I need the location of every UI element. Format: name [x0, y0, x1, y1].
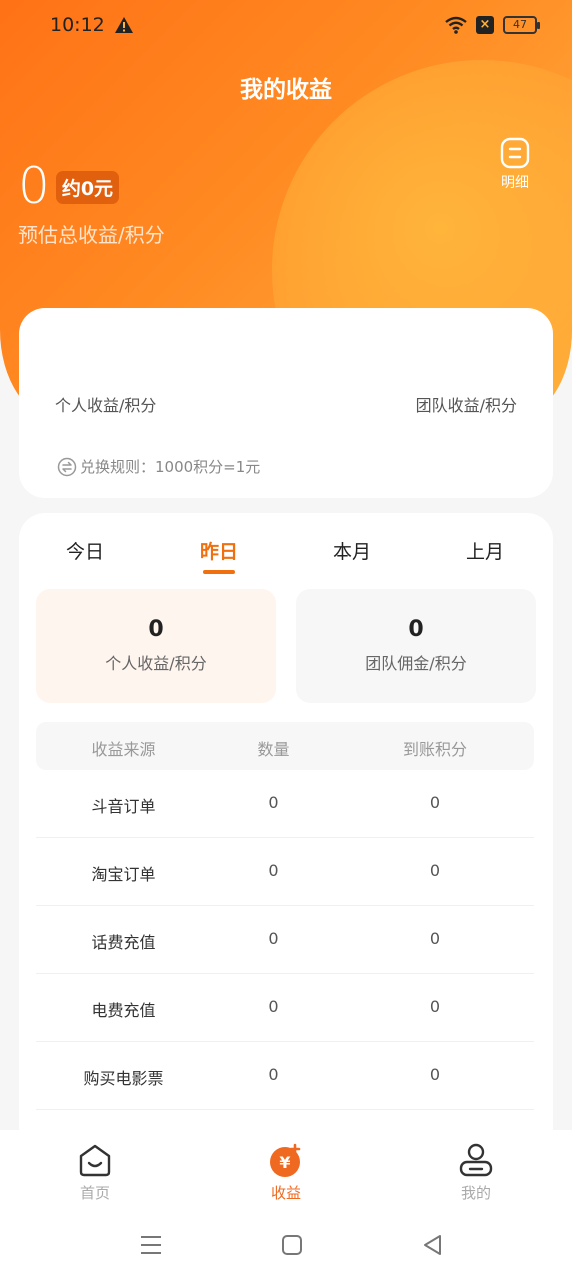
summary-card: 个人收益/积分 团队收益/积分 兑换规则：1000积分=1元 — [19, 308, 553, 498]
profile-icon — [459, 1143, 493, 1177]
row-count: 0 — [268, 793, 279, 812]
back-icon[interactable] — [420, 1232, 446, 1258]
status-bar: 10:12 × 47 — [0, 0, 572, 52]
row-points: 0 — [429, 1065, 441, 1084]
home-square-icon[interactable] — [279, 1232, 305, 1258]
row-count: 0 — [268, 997, 279, 1016]
personal-stat-label: 个人收益/积分 — [105, 654, 207, 673]
earnings-table: 斗音订单 0 0 淘宝订单 0 0 话费充值 0 0 电费充值 0 0 购买电影… — [36, 770, 534, 1110]
row-source: 淘宝订单 — [91, 865, 156, 884]
period-tabs: 今日 昨日 本月 上月 — [19, 537, 553, 577]
row-count: 0 — [268, 929, 279, 948]
row-source: 斗音订单 — [91, 797, 156, 816]
team-earnings-label: 团队收益/积分 — [415, 396, 517, 415]
detail-button[interactable]: 明细 — [492, 136, 538, 198]
row-points: 0 — [429, 997, 441, 1016]
menu-icon[interactable] — [138, 1232, 164, 1258]
row-source: 电费充值 — [91, 1001, 156, 1020]
active-tab-indicator — [203, 570, 235, 574]
detail-label: 明细 — [501, 175, 529, 191]
nav-home[interactable]: 首页 — [50, 1142, 140, 1203]
team-stat-card: 0 团队佣金/积分 — [296, 589, 536, 703]
bottom-nav: 首页 ¥ 收益 我的 — [0, 1130, 572, 1214]
battery-icon: 47 — [503, 16, 540, 34]
nav-profile[interactable]: 我的 — [431, 1142, 521, 1203]
table-row: 斗音订单 0 0 — [36, 770, 534, 838]
header-points: 到账积分 — [402, 740, 467, 759]
row-count: 0 — [268, 1065, 279, 1084]
header-count: 数量 — [257, 740, 290, 759]
table-row: 购买电影票 0 0 — [36, 1042, 534, 1110]
status-time: 10:12 — [50, 14, 105, 36]
earnings-page: 10:12 × 47 我的收益 明细 0 约0元 预估总收益/积分 个人收益/积分… — [0, 0, 572, 1280]
nav-profile-label: 我的 — [460, 1184, 491, 1202]
approx-badge: 约0元 — [55, 170, 120, 204]
table-row: 话费充值 0 0 — [36, 906, 534, 974]
wifi-icon — [445, 16, 467, 34]
period-card: 今日 昨日 本月 上月 0 个人收益/积分 0 团队佣金/积分 收益来源 数量 … — [19, 513, 553, 1153]
personal-earnings-label: 个人收益/积分 — [55, 396, 157, 415]
tab-today[interactable]: 今日 — [45, 537, 125, 564]
home-icon — [79, 1144, 111, 1177]
tab-this-month[interactable]: 本月 — [312, 537, 392, 564]
total-value: 0 — [18, 157, 50, 215]
tab-yesterday[interactable]: 昨日 — [179, 537, 259, 574]
exchange-rule: 兑换规则：1000积分=1元 — [57, 456, 260, 477]
earnings-icon: ¥ — [270, 1143, 301, 1177]
nav-earnings[interactable]: ¥ 收益 — [241, 1142, 331, 1203]
row-points: 0 — [429, 929, 441, 948]
total-earnings: 0 约0元 — [18, 157, 120, 215]
row-points: 0 — [429, 793, 441, 812]
exchange-icon — [57, 457, 77, 476]
team-stat-value: 0 — [408, 617, 424, 642]
personal-stat-value: 0 — [148, 617, 164, 642]
row-count: 0 — [268, 861, 279, 880]
row-source: 话费充值 — [91, 933, 156, 952]
header-source: 收益来源 — [91, 740, 156, 759]
page-title: 我的收益 — [240, 77, 332, 103]
team-stat-label: 团队佣金/积分 — [365, 654, 467, 673]
row-source: 购买电影票 — [83, 1069, 164, 1088]
personal-stat-card: 0 个人收益/积分 — [36, 589, 276, 703]
list-detail-icon — [500, 137, 530, 169]
svg-text:¥: ¥ — [279, 1153, 290, 1172]
warning-icon — [115, 17, 133, 33]
table-header: 收益来源 数量 到账积分 — [36, 722, 534, 770]
tab-last-month[interactable]: 上月 — [445, 537, 525, 564]
close-box-icon: × — [476, 16, 494, 34]
row-points: 0 — [429, 861, 441, 880]
total-label: 预估总收益/积分 — [18, 223, 165, 247]
exchange-rule-text: 兑换规则：1000积分=1元 — [80, 458, 261, 476]
nav-home-label: 首页 — [79, 1184, 110, 1202]
nav-earnings-label: 收益 — [270, 1184, 301, 1202]
table-row: 电费充值 0 0 — [36, 974, 534, 1042]
system-nav-bar — [0, 1214, 572, 1280]
table-row: 淘宝订单 0 0 — [36, 838, 534, 906]
